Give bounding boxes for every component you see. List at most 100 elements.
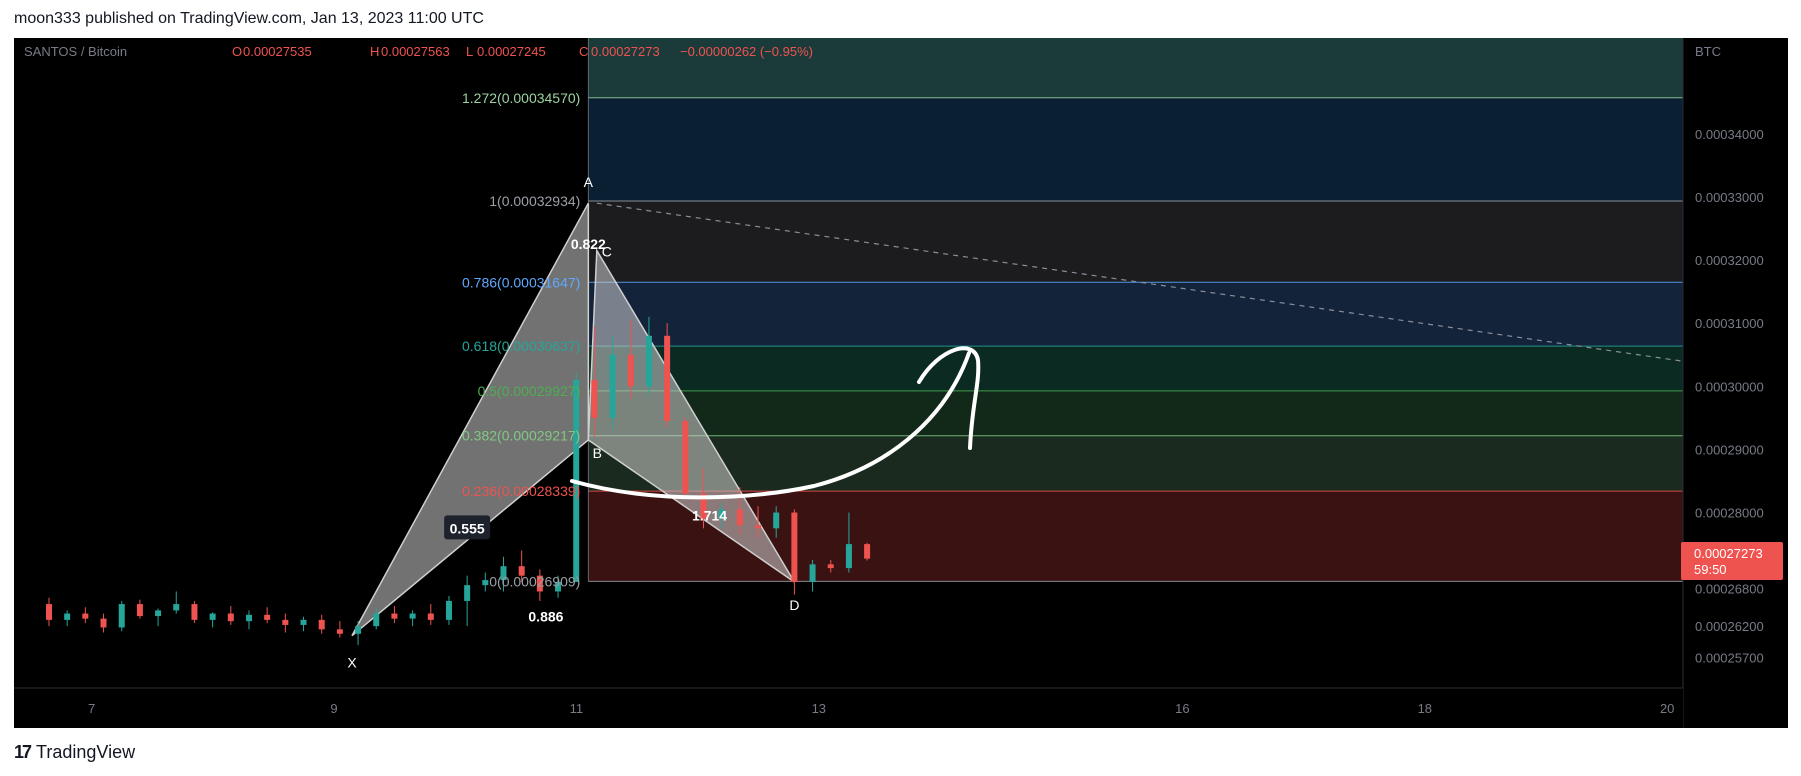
last-price: 0.00027273 <box>1694 546 1763 561</box>
price-tick-label: 0.00025700 <box>1695 651 1764 666</box>
candle-body <box>155 610 162 617</box>
harmonic-point-label: B <box>593 445 602 461</box>
candle-body <box>427 613 434 620</box>
fib-retracement[interactable] <box>587 38 1788 582</box>
candle-body <box>46 604 52 620</box>
legend-high-label: H <box>370 44 379 59</box>
tradingview-logo-text: TradingView <box>36 742 136 762</box>
candle-body <box>336 629 343 634</box>
candle-body <box>191 604 198 620</box>
legend-low: 0.00027245 <box>477 44 546 59</box>
candle-body <box>282 619 289 625</box>
harmonic-point-label: A <box>584 174 594 190</box>
candle-body <box>755 525 762 529</box>
candle-body <box>827 564 834 569</box>
pattern-triangle-xab <box>351 202 590 637</box>
fib-zone <box>588 201 1788 283</box>
candle-body <box>318 619 325 630</box>
legend-open-label: O <box>232 44 242 59</box>
candle-body <box>355 626 362 634</box>
ratio-label: 0.555 <box>450 520 485 536</box>
candle-body <box>773 512 780 529</box>
legend-symbol[interactable]: SANTOS / Bitcoin <box>24 44 127 59</box>
candle-body <box>118 604 125 628</box>
candle-body <box>609 354 616 418</box>
candle-body <box>391 613 398 619</box>
fib-zone <box>588 282 1788 347</box>
candle-body <box>736 509 743 526</box>
fib-label: 0(0.00026909) <box>489 573 580 589</box>
candle-body <box>464 585 471 601</box>
candle-body <box>245 614 252 622</box>
fib-label: 0.786(0.00031647) <box>462 274 580 290</box>
fib-zone <box>588 390 1788 436</box>
candle-body <box>845 544 852 569</box>
harmonic-point-label: D <box>789 597 799 613</box>
fib-label: 0.618(0.00030637) <box>462 338 580 354</box>
candle-body <box>373 613 380 627</box>
legend-close-label: C <box>579 44 588 59</box>
fib-zone <box>588 491 1788 582</box>
candle-body <box>173 604 180 611</box>
time-tick-label: 7 <box>88 701 95 716</box>
candle-body <box>264 614 271 620</box>
price-tick-label: 0.00029000 <box>1695 442 1764 457</box>
fib-zone <box>588 435 1788 492</box>
ratio-label: 1.714 <box>692 508 727 524</box>
candle-body <box>864 544 871 559</box>
countdown: 59:50 <box>1694 562 1727 577</box>
ratio-label: 0.886 <box>528 609 563 625</box>
time-tick-label: 11 <box>570 701 584 716</box>
candle-body <box>64 613 71 620</box>
price-tick-label: 0.00026800 <box>1695 581 1764 596</box>
legend-close: 0.00027273 <box>591 44 660 59</box>
fib-label: 0.236(0.00028339) <box>462 483 580 499</box>
fib-zone <box>588 97 1788 202</box>
candle-body <box>82 613 89 619</box>
fib-label: 1(0.00032934) <box>489 193 580 209</box>
fib-label: 0.5(0.00029927) <box>478 383 581 399</box>
fib-label: 1.272(0.00034570) <box>462 90 580 106</box>
candle-body <box>209 613 216 620</box>
legend-low-label: L <box>466 44 473 59</box>
candle-body <box>591 379 598 418</box>
candle-body <box>664 335 671 422</box>
price-tick-label: 0.00030000 <box>1695 379 1764 394</box>
chart-svg[interactable]: 1.272(0.00034570) 1(0.00032934) 0.786(0.00… <box>14 38 1788 728</box>
candle-body <box>409 613 416 619</box>
legend-ohlc: O 0.00027535 H 0.00027563 L 0.00027245 C… <box>232 44 813 59</box>
fib-zone <box>588 346 1788 391</box>
price-tick-label: 0.00032000 <box>1695 253 1764 268</box>
candle-body <box>445 600 452 620</box>
publish-line: moon333 published on TradingView.com, Ja… <box>14 10 484 27</box>
candle-body <box>809 564 816 582</box>
candle-body <box>227 613 234 622</box>
last-price-badge: 0.00027273 59:50 <box>1681 542 1783 580</box>
fib-label: 0.382(0.00029217) <box>462 428 580 444</box>
legend-open: 0.00027535 <box>243 44 312 59</box>
legend-high: 0.00027563 <box>381 44 450 59</box>
price-tick-label: 0.00026200 <box>1695 619 1764 634</box>
candle-body <box>791 512 798 582</box>
price-tick-label: 0.00033000 <box>1695 190 1764 205</box>
candle-body <box>136 604 143 617</box>
tradingview-logo-icon: 17 <box>14 742 32 762</box>
legend-change: −0.00000262 (−0.95%) <box>680 44 813 59</box>
tradingview-logo[interactable]: 17 TradingView <box>14 742 135 763</box>
candle-body <box>645 335 652 387</box>
price-axis-currency: BTC <box>1695 44 1721 59</box>
time-axis[interactable] <box>14 688 1683 728</box>
price-tick-label: 0.00034000 <box>1695 127 1764 142</box>
time-tick-label: 18 <box>1418 701 1432 716</box>
price-tick-label: 0.00028000 <box>1695 506 1764 521</box>
harmonic-point-label: X <box>347 655 357 671</box>
candle-body <box>300 619 307 625</box>
chart-frame[interactable]: 1.272(0.00034570) 1(0.00032934) 0.786(0.00… <box>14 38 1788 728</box>
price-tick-label: 0.00031000 <box>1695 316 1764 331</box>
time-tick-label: 13 <box>812 701 826 716</box>
time-tick-label: 16 <box>1175 701 1189 716</box>
time-tick-label: 9 <box>330 701 337 716</box>
time-tick-label: 20 <box>1660 701 1674 716</box>
candle-body <box>682 421 689 494</box>
candle-body <box>100 618 107 628</box>
